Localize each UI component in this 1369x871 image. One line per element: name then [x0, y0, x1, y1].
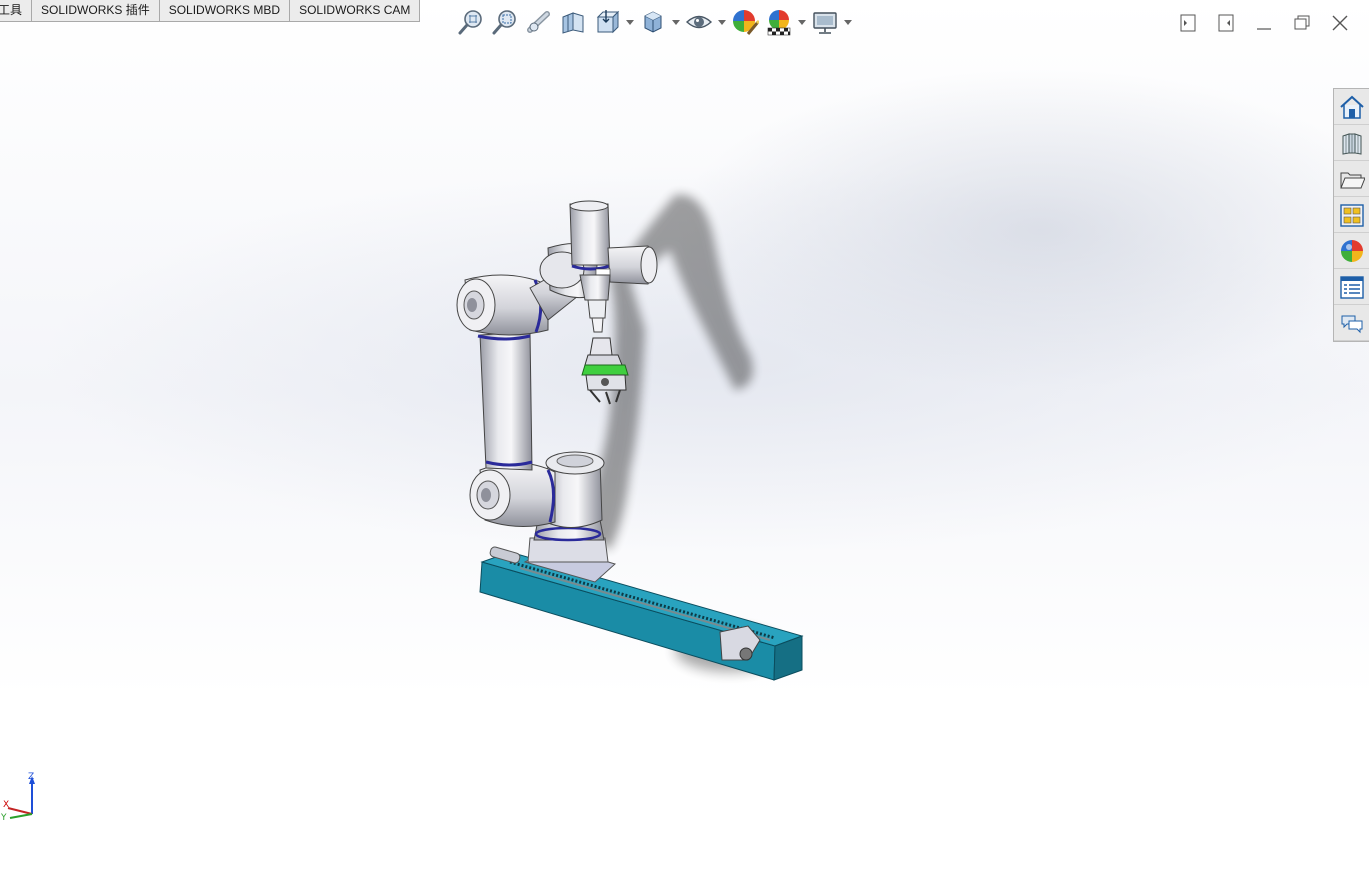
view-settings-icon[interactable] — [808, 6, 842, 38]
minimize-icon[interactable] — [1245, 8, 1283, 38]
triad-z-label: Z — [28, 772, 34, 782]
elbow-joint[interactable] — [456, 274, 549, 336]
triad-y-label: Y — [0, 813, 7, 822]
previous-view-icon[interactable] — [522, 6, 556, 38]
linear-rail[interactable] — [479, 546, 804, 681]
triad-x-label: X — [3, 800, 9, 810]
edit-appearance-icon[interactable] — [728, 6, 762, 38]
forum-icon[interactable] — [1334, 305, 1369, 341]
close-icon[interactable] — [1321, 8, 1359, 38]
section-view-icon[interactable] — [556, 6, 590, 38]
custom-properties-icon[interactable] — [1334, 269, 1369, 305]
zoom-to-fit-icon[interactable] — [454, 6, 488, 38]
tab-solidworks-cam[interactable]: SOLIDWORKS CAM — [290, 0, 421, 22]
upper-arm[interactable] — [477, 331, 533, 471]
view-orientation-icon[interactable] — [590, 6, 624, 38]
view-orientation-dropdown[interactable] — [624, 6, 636, 38]
apply-scene-icon[interactable] — [762, 6, 796, 38]
design-library-icon[interactable] — [1334, 125, 1369, 161]
view-settings-dropdown[interactable] — [842, 6, 854, 38]
coordinate-triad: Z X Y — [0, 772, 35, 822]
hide-show-items-dropdown[interactable] — [716, 6, 728, 38]
display-style-icon[interactable] — [636, 6, 670, 38]
graphics-area[interactable]: 工具 SOLIDWORKS 插件 SOLIDWORKS MBD SOLIDWOR… — [0, 0, 1369, 871]
tab-tools[interactable]: 工具 — [0, 0, 33, 22]
command-manager-tabs: 工具 SOLIDWORKS 插件 SOLIDWORKS MBD SOLIDWOR… — [0, 0, 421, 22]
document-window-controls — [1169, 8, 1359, 38]
heads-up-view-toolbar — [454, 6, 854, 38]
dock-right-icon[interactable] — [1207, 8, 1245, 38]
dock-left-icon[interactable] — [1169, 8, 1207, 38]
tab-solidworks-addins[interactable]: SOLIDWORKS 插件 — [32, 0, 160, 22]
apply-scene-dropdown[interactable] — [796, 6, 808, 38]
task-pane — [1333, 88, 1369, 342]
wrist-flange[interactable] — [579, 274, 611, 333]
hide-show-items-icon[interactable] — [682, 6, 716, 38]
robot-assembly-model[interactable] — [430, 170, 810, 700]
tab-solidworks-mbd[interactable]: SOLIDWORKS MBD — [159, 0, 291, 22]
file-explorer-icon[interactable] — [1334, 161, 1369, 197]
zoom-to-area-icon[interactable] — [488, 6, 522, 38]
display-style-dropdown[interactable] — [670, 6, 682, 38]
appearances-icon[interactable] — [1334, 233, 1369, 269]
view-palette-icon[interactable] — [1334, 197, 1369, 233]
home-icon[interactable] — [1334, 89, 1369, 125]
restore-icon[interactable] — [1283, 8, 1321, 38]
